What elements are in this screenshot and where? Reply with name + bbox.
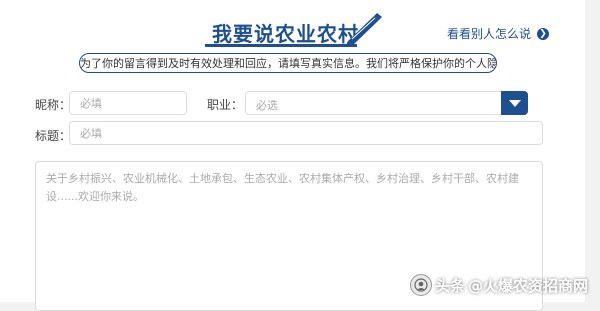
dropdown-arrow-icon[interactable] — [501, 91, 528, 115]
nickname-label: 昵称： — [35, 98, 72, 112]
watermark-author: @火爆农资招商网 — [467, 276, 588, 295]
arrow-right-circle-icon: ❯ — [537, 27, 550, 40]
toutiao-logo-icon — [409, 274, 432, 296]
privacy-notice: 为了你的留言得到及时有效处理和回应，请填写真实信息。我们将严格保护你的个人隐私。 — [79, 53, 497, 73]
watermark-prefix: 头条 — [434, 276, 465, 295]
occupation-select[interactable]: 必选 — [245, 91, 528, 115]
pen-icon — [345, 13, 382, 47]
title-underline — [205, 44, 357, 47]
watermark: 头条 @火爆农资招商网 — [409, 274, 588, 296]
message-panel: 我要说农业农村 看看别人怎么说 ❯ 为了你的留言得到及时有效处理和回应，请填写真… — [0, 0, 585, 311]
page-title: 我要说农业农村 — [212, 22, 359, 46]
see-others-link[interactable]: 看看别人怎么说 ❯ — [447, 25, 550, 42]
subject-input[interactable] — [69, 121, 543, 145]
nickname-input[interactable] — [69, 91, 187, 115]
subject-label: 标题： — [35, 129, 72, 143]
occupation-select-value: 必选 — [256, 99, 278, 112]
see-others-label: 看看别人怎么说 — [447, 27, 532, 41]
occupation-label: 职业： — [207, 98, 244, 112]
